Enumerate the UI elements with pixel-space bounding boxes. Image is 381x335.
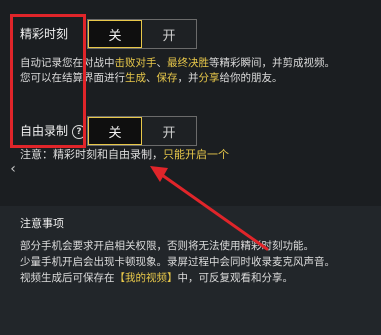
annotation-arrow xyxy=(150,166,269,251)
